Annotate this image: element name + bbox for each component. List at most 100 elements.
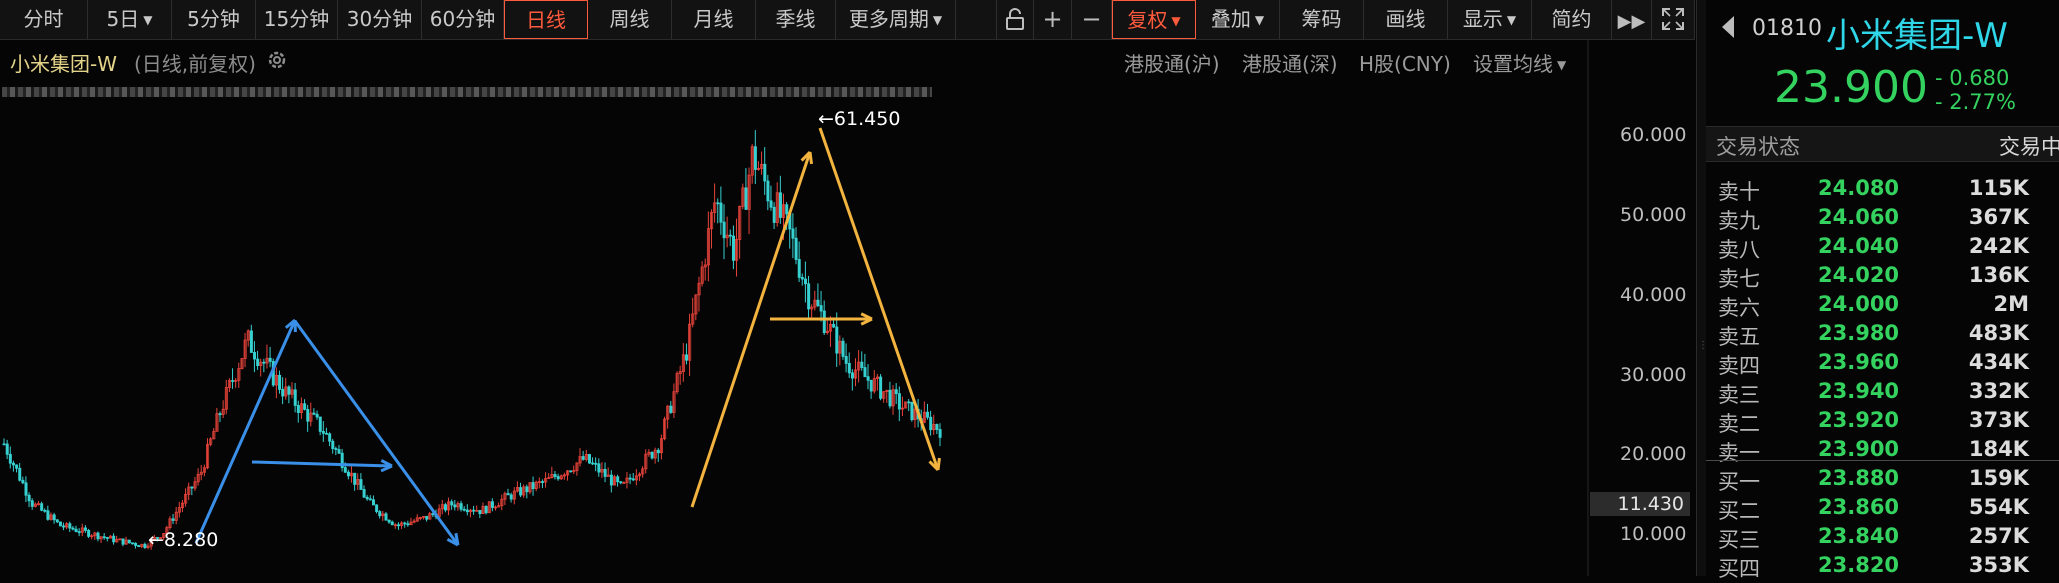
display-button[interactable]: 显示 ▼ [1448,0,1532,39]
display-label: 显示 [1462,7,1503,31]
ask-price: 23.920 [1818,408,1900,432]
bid-volume: 554K [1968,495,2029,519]
tab-daily[interactable]: 日线 [504,0,588,39]
orderbook-ask-row[interactable]: 卖九 24.060 367K [1706,205,2059,234]
candle-body [74,528,78,533]
tab-intraday[interactable]: 分时 [0,0,88,39]
bid-volume: 353K [1968,553,2029,577]
fast-forward-button[interactable]: ▶▶ [1612,0,1652,39]
candle-body [866,376,870,381]
chips-button[interactable]: 筹码 [1280,0,1364,39]
adjust-price-button[interactable]: 复权 ▼ [1112,0,1196,39]
candle-body [907,401,911,404]
link-connect-sh[interactable]: 港股通(沪) [1124,48,1220,77]
candle-body [5,443,9,455]
chevron-down-icon: ▼ [1557,58,1567,72]
candle-body [509,494,513,500]
candle-body [127,539,131,544]
candle-body [541,481,545,483]
candle-body [938,429,942,438]
candle-body [43,509,47,512]
orderbook-bid-row[interactable]: 买四 23.820 353K [1706,553,2059,582]
orderbook-bid-row[interactable]: 买二 23.860 554K [1706,495,2059,524]
ask-level-label: 卖六 [1718,296,1760,320]
overlay-button[interactable]: 叠加 ▼ [1196,0,1280,39]
candle-body [816,299,820,306]
candle-body [631,478,635,481]
orderbook-bid-row[interactable]: 买三 23.840 257K [1706,524,2059,553]
candle-body [321,431,325,434]
candle-body [359,479,363,490]
tab-weekly[interactable]: 周线 [588,0,672,39]
candle-body [844,356,848,364]
orderbook-ask-row[interactable]: 卖六 24.000 2M [1706,292,2059,321]
candle-body [794,237,798,260]
candle-body [30,500,34,507]
ask-level-label: 卖五 [1718,325,1760,349]
ask-volume: 434K [1968,350,2029,374]
kline-chart-area[interactable]: 小米集团-W (日线,前复权) 港股通(沪) 港股通(深) H股(CNY) 设置… [0,40,1695,576]
tab-30min[interactable]: 30分钟 [338,0,422,39]
orderbook-ask-row[interactable]: 卖一 23.900 184K [1706,437,2059,466]
candle-body [303,403,307,410]
chips-label: 筹码 [1301,7,1342,31]
candle-body [450,501,454,506]
candle-body [362,489,366,498]
orderbook-ask-row[interactable]: 卖五 23.980 483K [1706,321,2059,350]
tab-monthly[interactable]: 月线 [672,0,756,39]
link-h-share-cny[interactable]: H股(CNY) [1359,48,1451,77]
ma-settings-link[interactable]: 设置均线 ▼ [1473,48,1566,77]
bid-level-label: 买一 [1718,470,1760,494]
bid-level-label: 买三 [1718,528,1760,552]
link-connect-sz[interactable]: 港股通(深) [1242,48,1338,77]
candle-body [365,496,369,500]
zoom-out-button[interactable]: − [1072,0,1112,39]
orderbook-bid-row[interactable]: 买一 23.880 159K [1706,466,2059,495]
tab-15min[interactable]: 15分钟 [256,0,338,39]
candle-body [860,361,864,368]
candle-body [315,413,319,418]
zoom-in-button[interactable]: + [1034,0,1072,39]
candle-body [569,470,573,473]
candle-body [83,527,87,531]
tab-intraday-label: 分时 [23,7,64,31]
tab-quarterly[interactable]: 季线 [756,0,836,39]
draw-line-button[interactable]: 画线 [1364,0,1448,39]
candle-body [68,523,72,529]
orderbook-ask-row[interactable]: 卖二 23.920 373K [1706,408,2059,437]
tab-5min[interactable]: 5分钟 [172,0,256,39]
orderbook-ask-row[interactable]: 卖三 23.940 332K [1706,379,2059,408]
ask-price: 24.060 [1818,205,1900,229]
orderbook-ask-row[interactable]: 卖七 24.020 136K [1706,263,2059,292]
candle-body [465,509,469,513]
tab-monthly-label: 月线 [693,7,734,31]
orderbook-ask-row[interactable]: 卖十 24.080 115K [1706,176,2059,205]
candle-body [791,228,795,239]
candle-body [171,518,175,521]
chevron-down-icon: ▼ [143,13,153,27]
candle-body [863,367,867,378]
unlock-button[interactable] [996,0,1034,39]
candle-body [312,412,316,415]
low-price-label: 8.280 [163,529,219,551]
stock-name: 小米集团-W [1826,16,2008,56]
candle-body [102,536,106,539]
candle-body [134,542,138,546]
plus-icon: + [1042,5,1063,33]
fullscreen-button[interactable] [1652,0,1695,39]
tab-60min[interactable]: 60分钟 [422,0,504,39]
tab-more-periods[interactable]: 更多周期 ▼ [836,0,956,39]
candle-body [763,163,767,182]
simple-mode-button[interactable]: 简约 [1532,0,1612,39]
gear-icon[interactable] [265,48,289,72]
drag-handle-icon[interactable]: ⋮ [1698,340,1708,354]
candle-body [62,525,66,528]
candle-body [506,493,510,496]
orderbook-ask-row[interactable]: 卖八 24.040 242K [1706,234,2059,263]
candle-body [616,476,620,483]
back-arrow-icon[interactable] [1720,14,1736,40]
tab-5day[interactable]: 5日 ▼ [88,0,172,39]
ask-volume: 136K [1968,263,2029,287]
orderbook-ask-row[interactable]: 卖四 23.960 434K [1706,350,2059,379]
high-price-label: 61.450 [833,108,901,130]
